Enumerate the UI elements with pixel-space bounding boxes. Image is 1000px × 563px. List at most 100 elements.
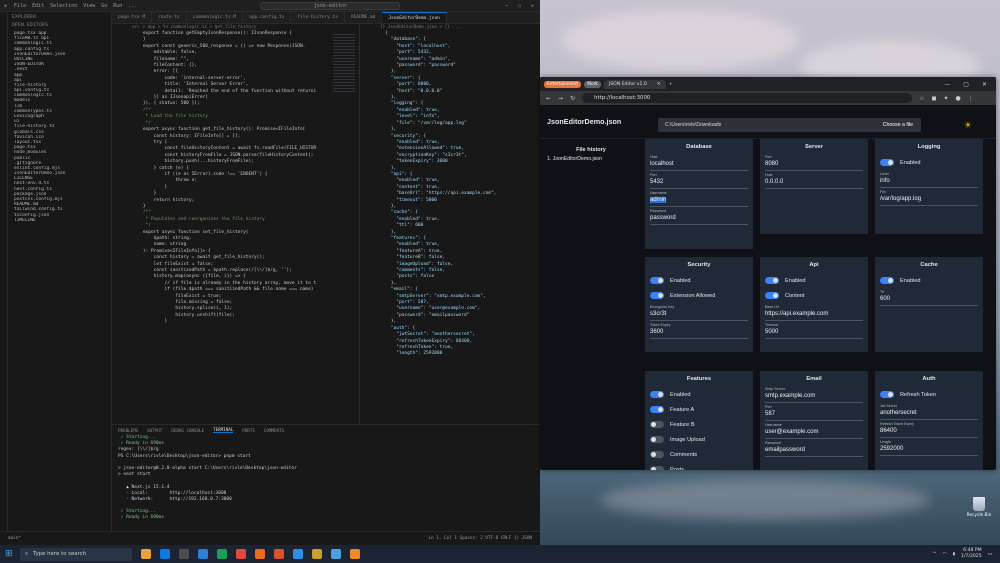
breadcrumb[interactable]: src > app > ts commonlogic.ts > get_file… xyxy=(112,24,359,31)
command-center-search[interactable]: json-editor xyxy=(260,1,401,10)
toggle-switch[interactable] xyxy=(880,391,894,398)
menu-dots-icon[interactable]: ⋮ xyxy=(968,95,974,102)
terminal-output[interactable]: ✓ Starting... ✓ Ready in 690ms regex: [\\… xyxy=(112,435,540,522)
toggle-row[interactable]: Feature A xyxy=(650,402,748,417)
extensions-puzzle-icon[interactable]: ✦ xyxy=(943,95,948,102)
toggle-row[interactable]: Enabled xyxy=(650,273,748,288)
clock[interactable]: 6:48 PM 1/7/2025 xyxy=(961,548,982,560)
taskbar-app-icon[interactable] xyxy=(350,549,360,559)
panel-tab-comments[interactable]: COMMENTS xyxy=(264,428,284,433)
taskbar-app-icon[interactable] xyxy=(236,549,246,559)
profile-avatar[interactable]: ● xyxy=(956,95,961,102)
editor-tab[interactable]: route.ts xyxy=(152,12,187,23)
menu-item-6[interactable]: ... xyxy=(128,3,137,9)
field-input[interactable]: s3cr3t xyxy=(650,309,748,321)
menu-item-4[interactable]: Go xyxy=(101,3,107,9)
notifications-icon[interactable]: ▭ xyxy=(988,552,992,557)
menu-item-3[interactable]: View xyxy=(83,3,95,9)
network-icon[interactable]: ◠ xyxy=(943,552,947,557)
toggle-switch[interactable] xyxy=(650,391,664,398)
close-icon[interactable]: ✕ xyxy=(531,3,534,9)
toggle-row[interactable]: Feature B xyxy=(650,417,748,432)
code-content[interactable]: export function getEmptyJsonResponse(): … xyxy=(112,31,359,326)
toggle-row[interactable]: Refresh Token xyxy=(880,387,978,402)
field-input[interactable]: anothersecret xyxy=(880,408,978,420)
taskbar-app-icon[interactable] xyxy=(312,549,322,559)
editor-pane-commonlogic[interactable]: src > app > ts commonlogic.ts > get_file… xyxy=(112,24,360,424)
field-input[interactable]: localhost xyxy=(650,159,748,171)
windows-start-icon[interactable]: ⊞ xyxy=(5,549,13,559)
theme-toggle-sun-icon[interactable]: ☀ xyxy=(964,120,972,131)
editor-tab[interactable]: README.md xyxy=(345,12,383,23)
editor-tab[interactable]: commonlogic.ts M xyxy=(187,12,244,23)
toggle-switch[interactable] xyxy=(650,277,664,284)
menu-item-2[interactable]: Selection xyxy=(50,3,77,9)
url-input[interactable]: http://localhost:3000 xyxy=(582,93,913,103)
toggle-switch[interactable] xyxy=(765,277,779,284)
field-input[interactable]: user@example.com xyxy=(765,427,863,439)
tree-item[interactable]: TIMELINE xyxy=(8,218,111,223)
field-input[interactable]: info xyxy=(880,176,978,188)
toggle-switch[interactable] xyxy=(650,421,664,428)
taskbar-search[interactable]: ⌕ Type here to search xyxy=(20,547,132,561)
editor-tab[interactable]: file-history.ts xyxy=(291,12,346,23)
panel-tab-ports[interactable]: PORTS xyxy=(242,428,255,433)
toggle-row[interactable]: Comments xyxy=(650,447,748,462)
toggle-switch[interactable] xyxy=(880,277,894,284)
field-input[interactable]: 8080 xyxy=(765,159,863,171)
code-content[interactable]: { "database": { "host": "localhost", "po… xyxy=(360,31,540,358)
new-tab-button[interactable]: + xyxy=(669,82,673,87)
toggle-row[interactable]: Enabled xyxy=(880,155,978,170)
tab-group-entertainment[interactable]: Entertainment xyxy=(544,80,582,88)
taskbar-app-icon[interactable] xyxy=(179,549,189,559)
toggle-row[interactable]: Enabled xyxy=(765,273,863,288)
field-input[interactable]: admin xyxy=(650,195,748,207)
field-input[interactable]: 3600 xyxy=(650,327,748,339)
minimize-icon[interactable]: — xyxy=(505,3,508,9)
volume-icon[interactable]: ◖ xyxy=(953,552,955,557)
taskbar-app-icon[interactable] xyxy=(274,549,284,559)
recycle-bin-icon[interactable]: Recycle Bin xyxy=(966,497,992,518)
toggle-switch[interactable] xyxy=(650,406,664,413)
history-item[interactable]: 1. JsonEditorDemo.json xyxy=(540,156,642,162)
toggle-row[interactable]: Extension Allowed xyxy=(650,288,748,303)
close-icon[interactable]: ✕ xyxy=(982,81,987,88)
tab-close-icon[interactable]: ✕ xyxy=(657,82,661,87)
taskbar-app-icon[interactable] xyxy=(293,549,303,559)
editor-tab[interactable]: JsonEditorDemo.json xyxy=(382,12,447,23)
forward-icon[interactable]: → xyxy=(558,95,563,102)
toggle-row[interactable]: Image Upload xyxy=(650,432,748,447)
editor-tab[interactable]: page.tsx M xyxy=(112,12,153,23)
taskbar-app-icon[interactable] xyxy=(217,549,227,559)
toggle-switch[interactable] xyxy=(650,451,664,458)
field-input[interactable]: 2592000 xyxy=(880,444,978,456)
taskbar-app-icon[interactable] xyxy=(141,549,151,559)
toggle-switch[interactable] xyxy=(650,436,664,443)
choose-file-button[interactable]: Choose a file xyxy=(883,122,913,128)
field-input[interactable]: password xyxy=(650,213,748,225)
field-input[interactable]: smtp.example.com xyxy=(765,391,863,403)
field-input[interactable]: 5000 xyxy=(765,327,863,339)
toggle-switch[interactable] xyxy=(765,292,779,299)
back-icon[interactable]: ← xyxy=(546,95,551,102)
toggle-row[interactable]: Enabled xyxy=(880,273,978,288)
panel-tab-output[interactable]: OUTPUT xyxy=(147,428,162,433)
toggle-switch[interactable] xyxy=(880,159,894,166)
tab-group-work[interactable]: Work xyxy=(584,80,601,88)
toggle-row[interactable]: Enabled xyxy=(650,387,748,402)
toggle-row[interactable]: Posts xyxy=(650,462,748,470)
maximize-icon[interactable]: ▢ xyxy=(518,3,521,9)
editor-pane-json[interactable]: {} JsonEditorDemo.json > {} ... { "datab… xyxy=(360,24,540,424)
field-input[interactable]: 5432 xyxy=(650,177,748,189)
panel-tab-terminal[interactable]: TERMINAL xyxy=(213,427,234,433)
menu-item-0[interactable]: File xyxy=(14,3,26,9)
minimize-icon[interactable]: — xyxy=(944,81,950,88)
field-input[interactable]: https://api.example.com xyxy=(765,309,863,321)
tray-chevron-icon[interactable]: ^ xyxy=(933,552,937,557)
menu-item-1[interactable]: Edit xyxy=(32,3,44,9)
toggle-row[interactable]: Content xyxy=(765,288,863,303)
toggle-switch[interactable] xyxy=(650,466,664,470)
field-input[interactable]: 86400 xyxy=(880,426,978,438)
breadcrumb[interactable]: {} JsonEditorDemo.json > {} ... xyxy=(360,24,540,31)
panel-tab-debug-console[interactable]: DEBUG CONSOLE xyxy=(171,428,204,433)
